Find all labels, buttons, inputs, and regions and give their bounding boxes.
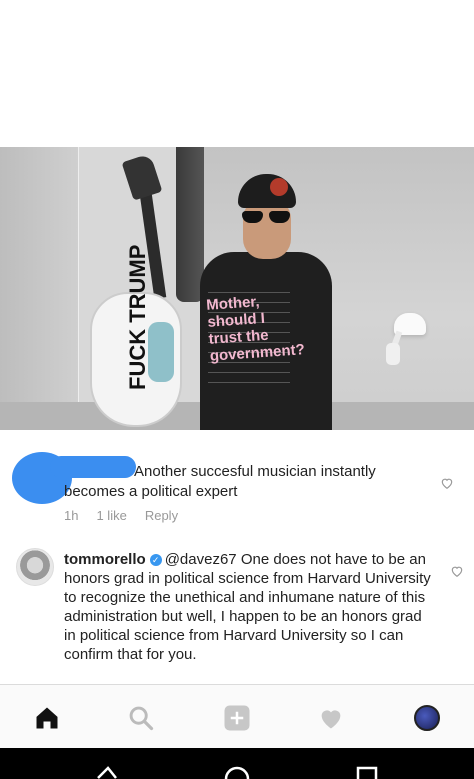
top-blank-area (0, 0, 474, 147)
photo-wall-left (0, 147, 78, 430)
comment-text-line1: Another succesful musician instantly (134, 463, 376, 480)
bottom-navigation (0, 684, 474, 748)
shirt-text: Mother, should I trust the government? (205, 293, 306, 365)
comment-text-line2: becomes a political expert (64, 483, 238, 500)
android-navigation-bar (0, 748, 474, 779)
home-icon[interactable] (32, 703, 62, 733)
back-icon[interactable] (96, 766, 118, 779)
profile-avatar[interactable] (414, 705, 440, 731)
cap-logo (270, 178, 288, 196)
search-icon[interactable] (126, 703, 156, 733)
comment-likes[interactable]: 1 like (96, 508, 126, 523)
like-comment-heart-icon[interactable] (450, 564, 464, 578)
comments-section: Another succesful musician instantly bec… (0, 430, 474, 684)
comment-mention[interactable]: @davez67 (165, 551, 237, 568)
wall-lamp-base (386, 343, 400, 365)
comment-time: 1h (64, 508, 79, 523)
heart-icon[interactable] (316, 703, 346, 733)
comment-meta: 1h 1 like Reply (64, 508, 178, 523)
sunglasses (242, 211, 292, 223)
home-circle-icon[interactable] (224, 766, 250, 779)
like-comment-heart-icon[interactable] (440, 476, 454, 490)
comment-item: Another succesful musician instantly bec… (0, 430, 474, 538)
add-post-icon[interactable] (222, 703, 252, 733)
comment-item: tommorello ✓ @davez67 One does not have to… (0, 538, 474, 684)
recents-icon[interactable] (356, 766, 378, 779)
guitar-lettering: FUCK TRUMP (125, 244, 150, 390)
comment-username[interactable]: tommorello (64, 551, 146, 568)
guitar-pickguard (148, 322, 174, 382)
comment-text: tommorello ✓ @davez67 One does not have to… (64, 550, 434, 664)
comment-text: Another succesful musician instantly bec… (64, 462, 424, 502)
reply-button[interactable]: Reply (145, 508, 178, 523)
verified-badge-icon: ✓ (149, 554, 162, 566)
post-photo[interactable]: FUCK TRUMP Mother, should I trust the go… (0, 147, 474, 430)
avatar[interactable] (16, 548, 54, 586)
